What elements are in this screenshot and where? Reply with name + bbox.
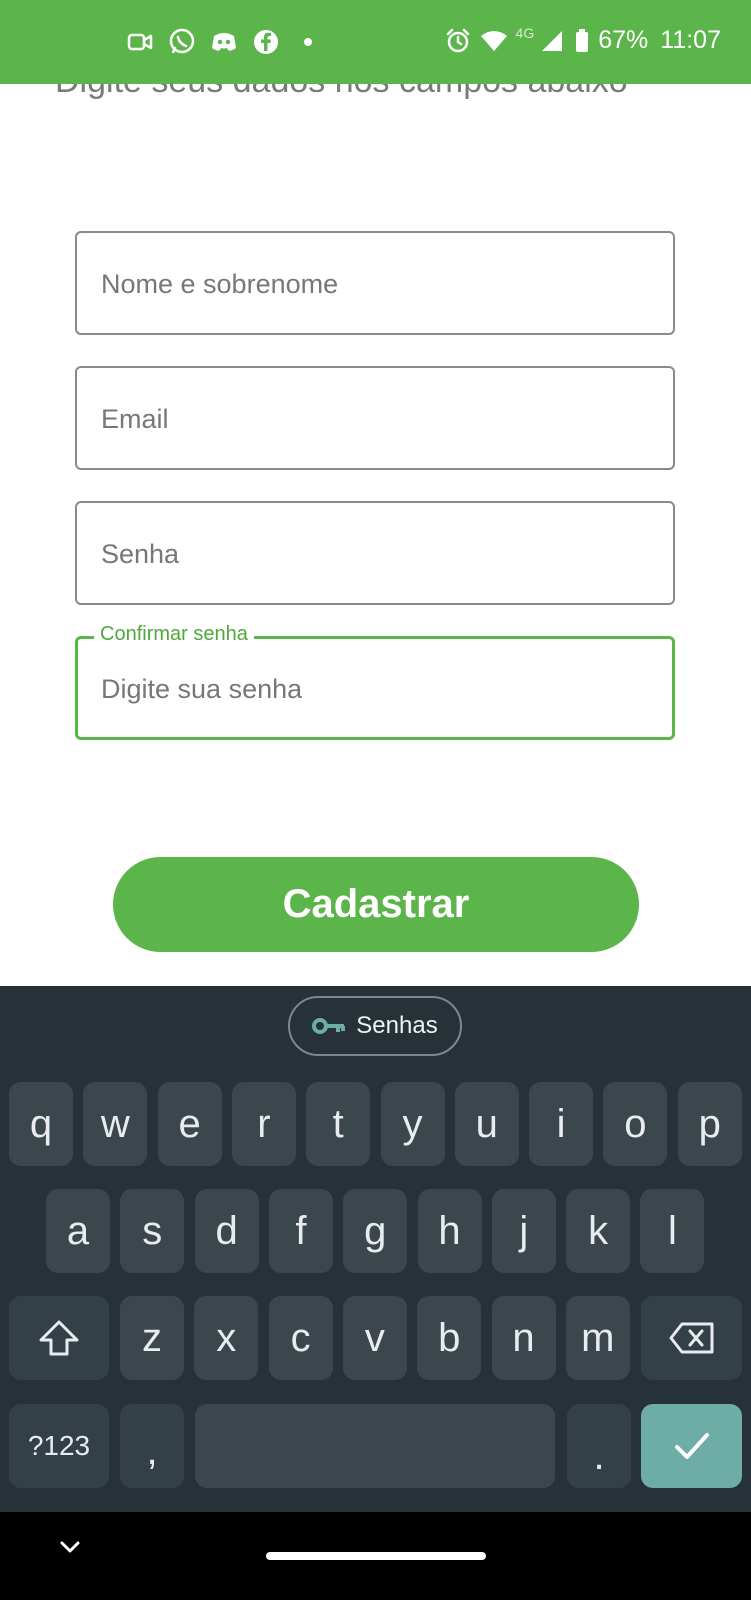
key-n[interactable]: n <box>491 1296 556 1380</box>
wifi-icon <box>480 27 508 55</box>
key-k[interactable]: k <box>566 1189 631 1273</box>
system-status: 4G 67% 11:07 <box>444 24 721 55</box>
key-c[interactable]: c <box>268 1296 333 1380</box>
key-d[interactable]: d <box>194 1189 259 1273</box>
key-i[interactable]: i <box>529 1082 594 1166</box>
shift-arrow-icon <box>39 1320 79 1356</box>
comma-key[interactable]: , <box>120 1404 184 1488</box>
keyboard: Senhas qwertyuiop asdfghjkl zxcvbnm ?123… <box>0 986 751 1512</box>
confirm-password-placeholder: Digite sua senha <box>101 674 303 704</box>
discord-icon <box>210 28 238 56</box>
register-button[interactable]: Cadastrar <box>113 857 639 952</box>
key-y[interactable]: y <box>380 1082 445 1166</box>
backspace-key[interactable] <box>641 1296 742 1380</box>
navigation-bar <box>0 1512 751 1600</box>
enter-key[interactable] <box>641 1404 742 1488</box>
signal-icon <box>538 27 566 55</box>
name-field[interactable]: Nome e sobrenome <box>75 231 675 335</box>
key-m[interactable]: m <box>565 1296 630 1380</box>
battery-icon <box>574 27 590 55</box>
clock: 11:07 <box>660 26 721 54</box>
network-type: 4G <box>515 24 535 41</box>
key-o[interactable]: o <box>603 1082 668 1166</box>
key-s[interactable]: s <box>120 1189 185 1273</box>
confirm-password-field[interactable]: Confirmar senha Digite sua senha <box>75 623 675 740</box>
comma-label: , <box>146 1429 158 1473</box>
passwords-suggestion-chip[interactable]: Senhas <box>288 996 462 1056</box>
shift-key[interactable] <box>9 1296 109 1380</box>
key-u[interactable]: u <box>454 1082 519 1166</box>
key-j[interactable]: j <box>491 1189 556 1273</box>
key-v[interactable]: v <box>342 1296 407 1380</box>
check-icon <box>674 1433 709 1459</box>
home-gesture-pill[interactable] <box>266 1552 486 1560</box>
key-t[interactable]: t <box>306 1082 371 1166</box>
battery-percent: 67% <box>598 26 649 54</box>
period-label: . <box>593 1433 605 1478</box>
key-f[interactable]: f <box>268 1189 333 1273</box>
password-placeholder: Senha <box>101 539 180 569</box>
key-l[interactable]: l <box>640 1189 705 1273</box>
email-field[interactable]: Email <box>75 366 675 470</box>
video-call-icon <box>126 28 154 56</box>
space-key[interactable] <box>195 1404 555 1488</box>
key-a[interactable]: a <box>46 1189 110 1273</box>
facebook-icon <box>252 28 280 56</box>
key-e[interactable]: e <box>157 1082 222 1166</box>
symbols-key[interactable]: ?123 <box>9 1404 109 1488</box>
chevron-down-icon <box>60 1541 80 1553</box>
key-q[interactable]: q <box>9 1082 73 1166</box>
email-placeholder: Email <box>101 404 169 434</box>
key-g[interactable]: g <box>343 1189 408 1273</box>
passwords-chip-label: Senhas <box>356 1012 438 1039</box>
status-bar: 4G 67% 11:07 <box>0 0 751 84</box>
key-b[interactable]: b <box>417 1296 482 1380</box>
confirm-password-label: Confirmar senha <box>94 623 254 646</box>
name-placeholder: Nome e sobrenome <box>101 269 339 299</box>
backspace-icon <box>669 1322 713 1354</box>
key-x[interactable]: x <box>194 1296 259 1380</box>
key-r[interactable]: r <box>231 1082 296 1166</box>
notification-dot-icon <box>304 38 312 46</box>
period-key[interactable]: . <box>567 1404 631 1488</box>
hide-keyboard-button[interactable] <box>55 1532 85 1562</box>
key-z[interactable]: z <box>120 1296 184 1380</box>
key-h[interactable]: h <box>417 1189 482 1273</box>
alarm-icon <box>444 27 472 55</box>
key-p[interactable]: p <box>677 1082 742 1166</box>
password-field[interactable]: Senha <box>75 501 675 605</box>
key-icon <box>312 1018 346 1034</box>
whatsapp-icon <box>168 28 196 56</box>
key-w[interactable]: w <box>83 1082 148 1166</box>
notification-icons <box>126 28 312 56</box>
